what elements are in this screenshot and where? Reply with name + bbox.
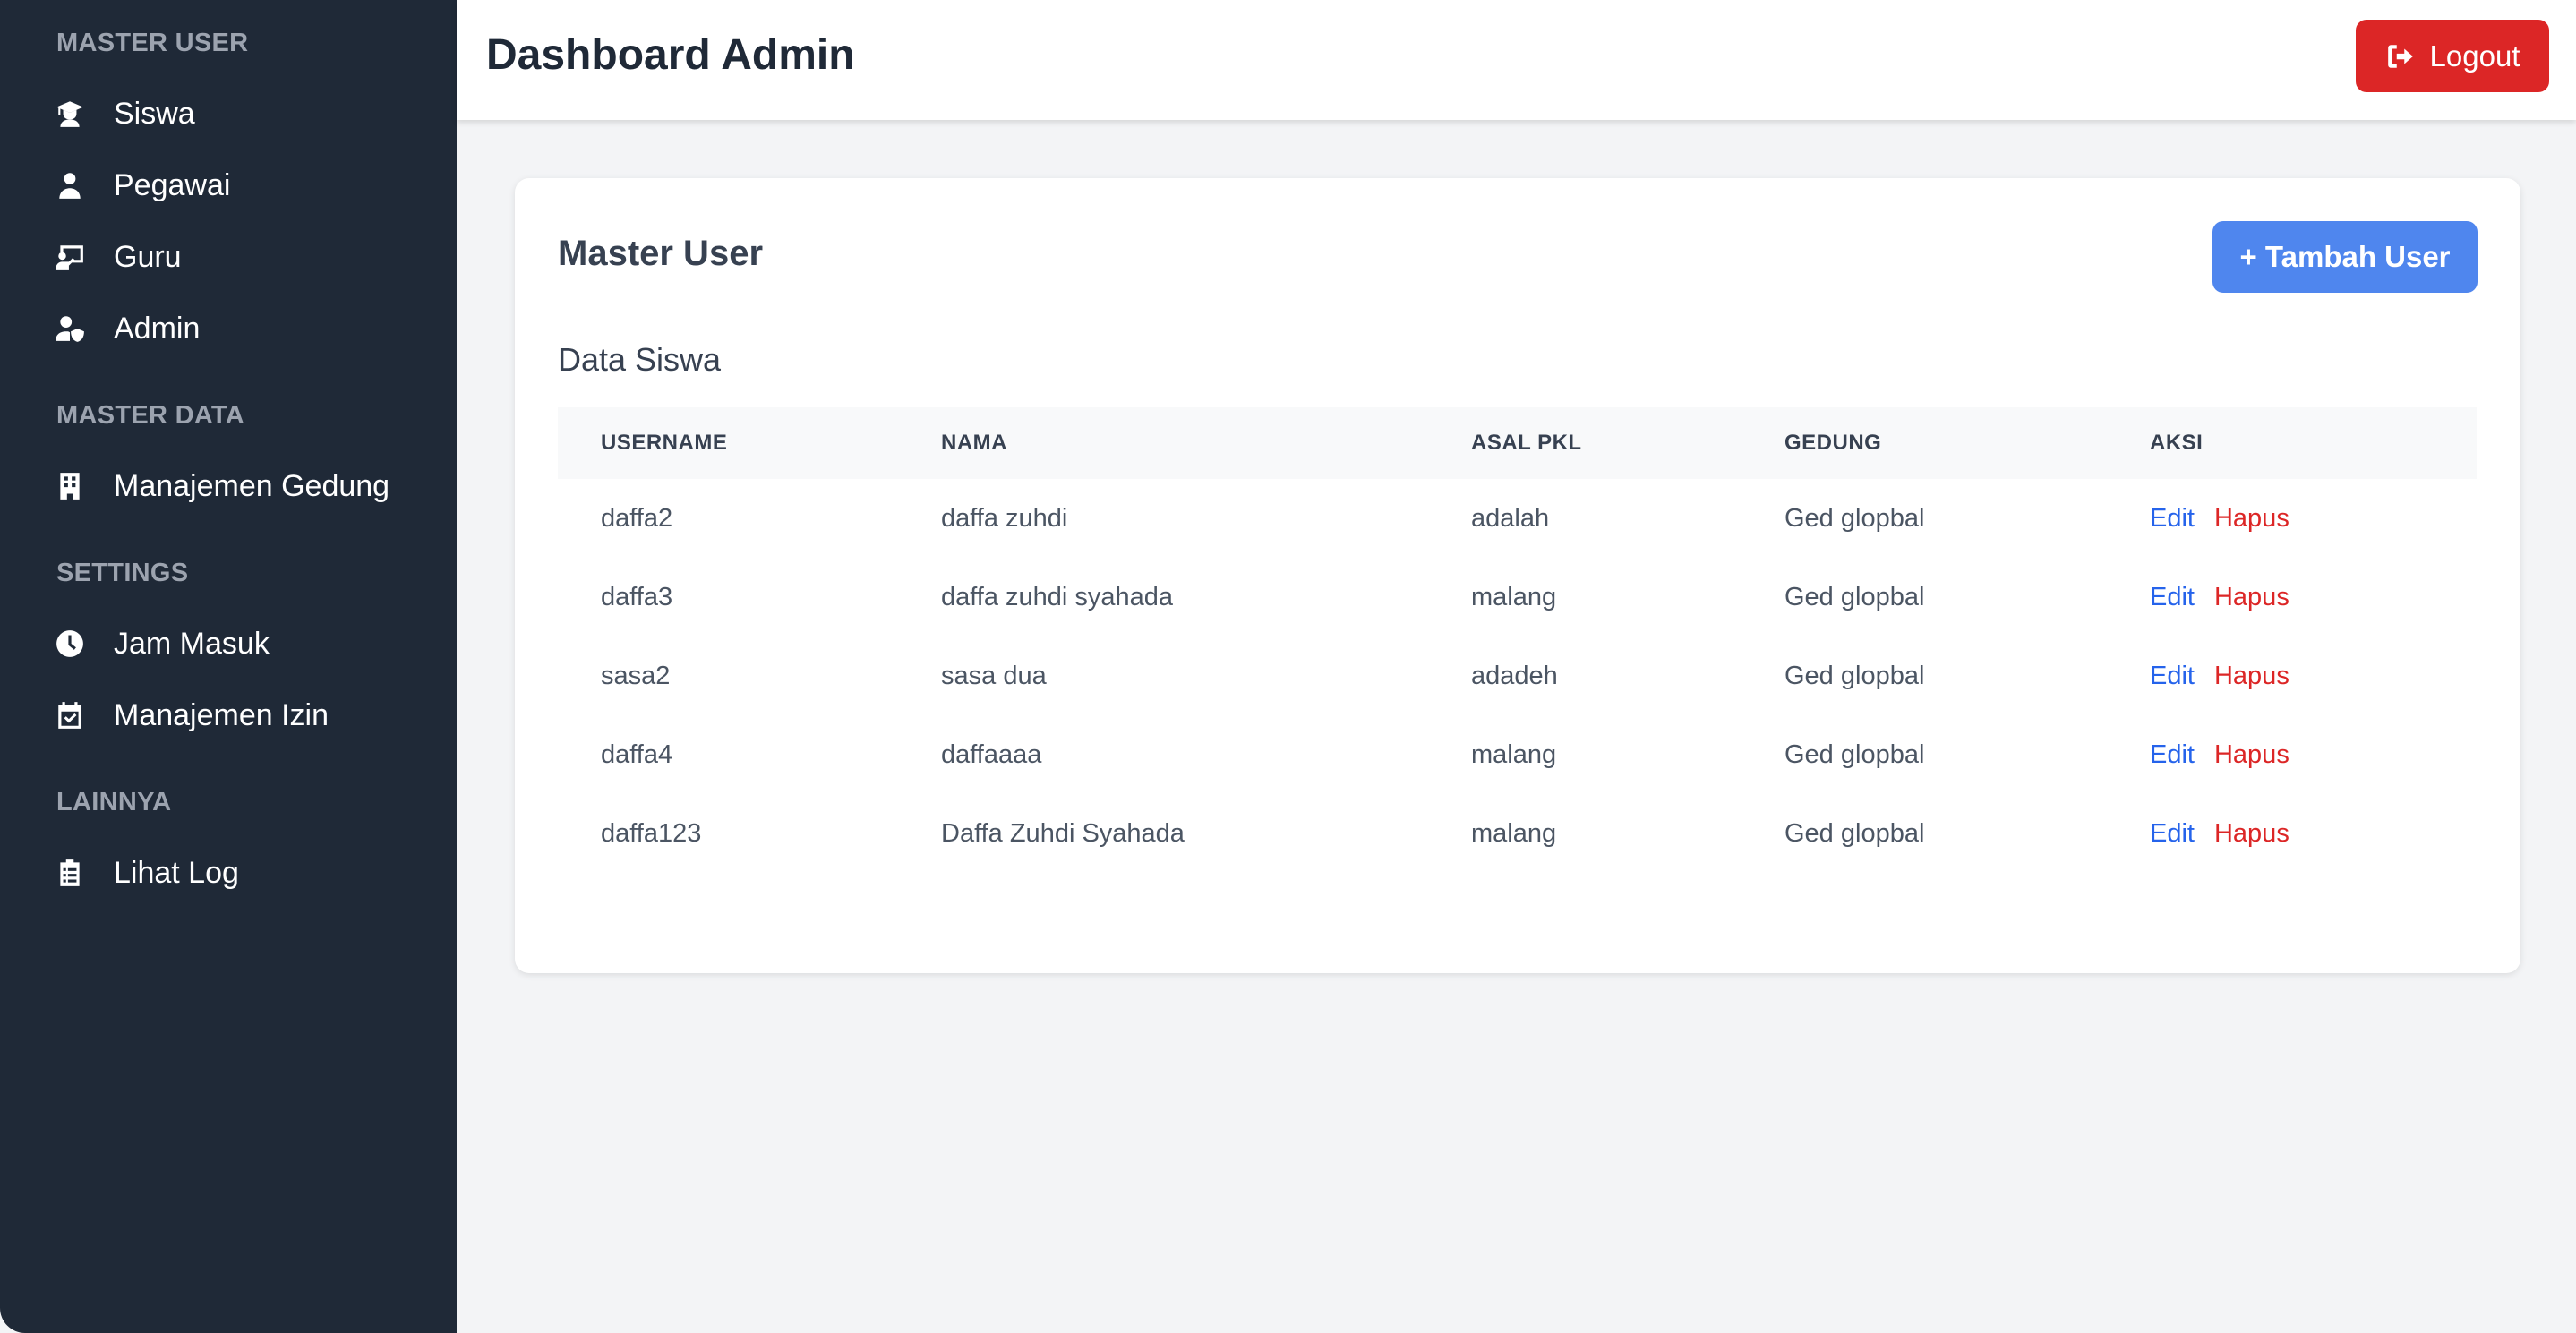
teacher-icon: [52, 239, 88, 275]
sidebar-item-jam-masuk[interactable]: Jam Masuk: [52, 617, 428, 671]
cell-gedung: Ged glopbal: [1784, 818, 1925, 848]
card-title: Master User: [558, 234, 764, 273]
delete-link[interactable]: Hapus: [2214, 662, 2289, 690]
sidebar-item-admin[interactable]: Admin: [52, 302, 428, 355]
sidebar-item-label: Manajemen Izin: [114, 697, 329, 732]
cell-username: daffa4: [601, 739, 673, 769]
cell-gedung: Ged glopbal: [1784, 739, 1925, 769]
cell-username: daffa3: [601, 582, 673, 611]
table-row: daffa123 Daffa Zuhdi Syahada malang Ged …: [558, 794, 2477, 873]
cell-asal-pkl: malang: [1471, 739, 1557, 769]
delete-link[interactable]: Hapus: [2214, 740, 2289, 769]
column-header-username: USERNAME: [601, 431, 728, 455]
sidebar-item-label: Pegawai: [114, 167, 231, 202]
cell-gedung: Ged glopbal: [1784, 582, 1925, 611]
user-icon: [52, 167, 88, 203]
sidebar-item-label: Guru: [114, 239, 182, 274]
cell-actions: Edit Hapus: [2107, 715, 2477, 794]
delete-link[interactable]: Hapus: [2214, 583, 2289, 611]
cell-nama: sasa dua: [941, 661, 1047, 690]
table-row: daffa4 daffaaaa malang Ged glopbal Edit H…: [558, 715, 2477, 794]
sidebar-item-pegawai[interactable]: Pegawai: [52, 158, 428, 212]
sidebar-item-label: Siswa: [114, 96, 195, 131]
sidebar-item-label: Lihat Log: [114, 855, 239, 890]
building-icon: [52, 468, 88, 504]
sidebar-section-settings: SETTINGS: [56, 559, 189, 587]
edit-link[interactable]: Edit: [2150, 819, 2195, 848]
logout-button[interactable]: Logout: [2356, 20, 2549, 92]
column-header-aksi: AKSI: [2150, 431, 2204, 455]
delete-link[interactable]: Hapus: [2214, 819, 2289, 848]
delete-link[interactable]: Hapus: [2214, 504, 2289, 533]
edit-link[interactable]: Edit: [2150, 504, 2195, 533]
edit-link[interactable]: Edit: [2150, 662, 2195, 690]
students-table: USERNAME NAMA ASAL PKL GEDUNG AKSI daffa…: [558, 407, 2477, 873]
logout-label: Logout: [2429, 38, 2520, 73]
cell-actions: Edit Hapus: [2107, 794, 2477, 873]
master-user-card: Master User + Tambah User Data Siswa USE…: [515, 178, 2520, 973]
student-icon: [52, 96, 88, 132]
cell-nama: daffaaaa: [941, 739, 1042, 769]
add-user-button[interactable]: + Tambah User: [2212, 221, 2478, 293]
cell-asal-pkl: malang: [1471, 818, 1557, 848]
cell-nama: Daffa Zuhdi Syahada: [941, 818, 1185, 848]
table-row: daffa2 daffa zuhdi adalah Ged glopbal Ed…: [558, 479, 2477, 558]
calendar-check-icon: [52, 697, 88, 733]
sidebar-section-master-data: MASTER DATA: [56, 401, 245, 430]
table-row: sasa2 sasa dua adadeh Ged glopbal Edit Ha…: [558, 637, 2477, 715]
clipboard-list-icon: [52, 855, 88, 891]
top-header: Dashboard Admin Logout: [457, 0, 2576, 120]
page-title: Dashboard Admin: [486, 31, 855, 79]
cell-gedung: Ged glopbal: [1784, 661, 1925, 690]
cell-username: daffa2: [601, 503, 673, 533]
sidebar-item-label: Jam Masuk: [114, 626, 270, 661]
table-row: daffa3 daffa zuhdi syahada malang Ged gl…: [558, 558, 2477, 637]
cell-username: sasa2: [601, 661, 671, 690]
table-header-row: USERNAME NAMA ASAL PKL GEDUNG AKSI: [558, 407, 2477, 479]
sidebar-item-manajemen-izin[interactable]: Manajemen Izin: [52, 688, 428, 742]
cell-username: daffa123: [601, 818, 702, 848]
edit-link[interactable]: Edit: [2150, 740, 2195, 769]
edit-link[interactable]: Edit: [2150, 583, 2195, 611]
sidebar-item-label: Admin: [114, 311, 201, 346]
sidebar-section-lainnya: LAINNYA: [56, 788, 172, 816]
sidebar-item-lihat-log[interactable]: Lihat Log: [52, 846, 428, 900]
logout-icon: [2387, 44, 2413, 68]
column-header-nama: NAMA: [941, 431, 1007, 455]
sidebar-section-master-user: MASTER USER: [56, 29, 249, 57]
cell-actions: Edit Hapus: [2107, 637, 2477, 715]
sidebar-item-guru[interactable]: Guru: [52, 230, 428, 284]
cell-actions: Edit Hapus: [2107, 479, 2477, 558]
cell-gedung: Ged glopbal: [1784, 503, 1925, 533]
user-shield-icon: [52, 311, 88, 346]
cell-nama: daffa zuhdi syahada: [941, 582, 1174, 611]
sidebar-item-manajemen-gedung[interactable]: Manajemen Gedung: [52, 459, 428, 513]
cell-actions: Edit Hapus: [2107, 558, 2477, 637]
column-header-gedung: GEDUNG: [1784, 431, 1882, 455]
column-header-asal-pkl: ASAL PKL: [1471, 431, 1582, 455]
clock-icon: [52, 626, 88, 662]
cell-asal-pkl: adalah: [1471, 503, 1550, 533]
cell-nama: daffa zuhdi: [941, 503, 1068, 533]
cell-asal-pkl: malang: [1471, 582, 1557, 611]
sidebar-item-siswa[interactable]: Siswa: [52, 87, 428, 141]
cell-asal-pkl: adadeh: [1471, 661, 1558, 690]
section-title: Data Siswa: [558, 341, 722, 378]
sidebar-item-label: Manajemen Gedung: [114, 468, 390, 503]
sidebar: MASTER USER Siswa Pegawai Guru Admin MAS…: [0, 0, 457, 1333]
